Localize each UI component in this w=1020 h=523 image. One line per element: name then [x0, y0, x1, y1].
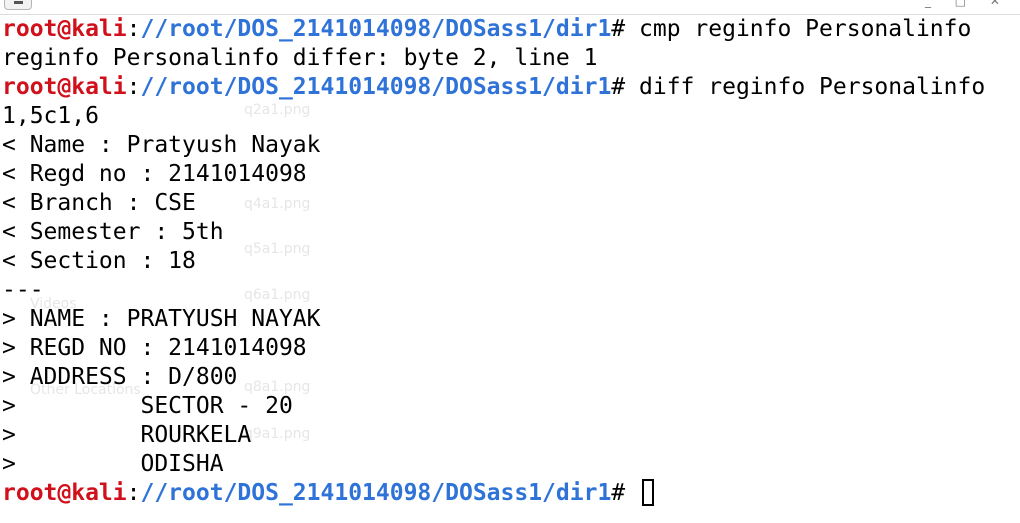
prompt-path: //root/DOS_2141014098/DOSass1/dir1	[140, 480, 612, 506]
prompt-symbol: #	[611, 74, 626, 100]
window-titlebar: _ □ ✕	[0, 0, 1020, 15]
output-line: reginfo Personalinfo differ: byte 2, lin…	[2, 45, 598, 71]
text-cursor[interactable]	[642, 479, 655, 506]
prompt-path: //root/DOS_2141014098/DOSass1/dir1	[140, 16, 612, 42]
menu-icon[interactable]	[4, 0, 32, 10]
output-line: > NAME : PRATYUSH NAYAK	[2, 306, 321, 332]
prompt-separator: :	[126, 16, 141, 42]
output-line: 1,5c1,6	[2, 103, 99, 129]
output-line: < Branch : CSE	[2, 190, 196, 216]
prompt-user: root@kali	[2, 16, 127, 42]
output-line: > REGD NO : 2141014098	[2, 335, 307, 361]
prompt-symbol: #	[611, 480, 626, 506]
prompt-user: root@kali	[2, 74, 127, 100]
prompt-path: //root/DOS_2141014098/DOSass1/dir1	[140, 74, 612, 100]
output-line: < Name : Pratyush Nayak	[2, 132, 321, 158]
output-line: < Semester : 5th	[2, 219, 224, 245]
output-line: > SECTOR - 20	[2, 393, 293, 419]
output-line: ---	[2, 277, 44, 303]
prompt-line: root@kali://root/DOS_2141014098/DOSass1/…	[2, 15, 985, 44]
terminal-output[interactable]: root@kali://root/DOS_2141014098/DOSass1/…	[2, 15, 985, 508]
output-line: > ADDRESS : D/800	[2, 364, 238, 390]
prompt-user: root@kali	[2, 480, 127, 506]
output-line: > ROURKELA	[2, 422, 252, 448]
prompt-separator: :	[126, 480, 141, 506]
prompt-separator: :	[126, 74, 141, 100]
output-line: < Regd no : 2141014098	[2, 161, 307, 187]
command-text: cmp reginfo Personalinfo	[639, 16, 972, 42]
output-line: > ODISHA	[2, 451, 224, 477]
prompt-symbol: #	[611, 16, 626, 42]
prompt-line: root@kali://root/DOS_2141014098/DOSass1/…	[2, 479, 985, 508]
prompt-line: root@kali://root/DOS_2141014098/DOSass1/…	[2, 73, 985, 102]
command-text: diff reginfo Personalinfo	[639, 74, 986, 100]
output-line: < Section : 18	[2, 248, 196, 274]
window-controls[interactable]: _ □ ✕	[925, 0, 1010, 8]
